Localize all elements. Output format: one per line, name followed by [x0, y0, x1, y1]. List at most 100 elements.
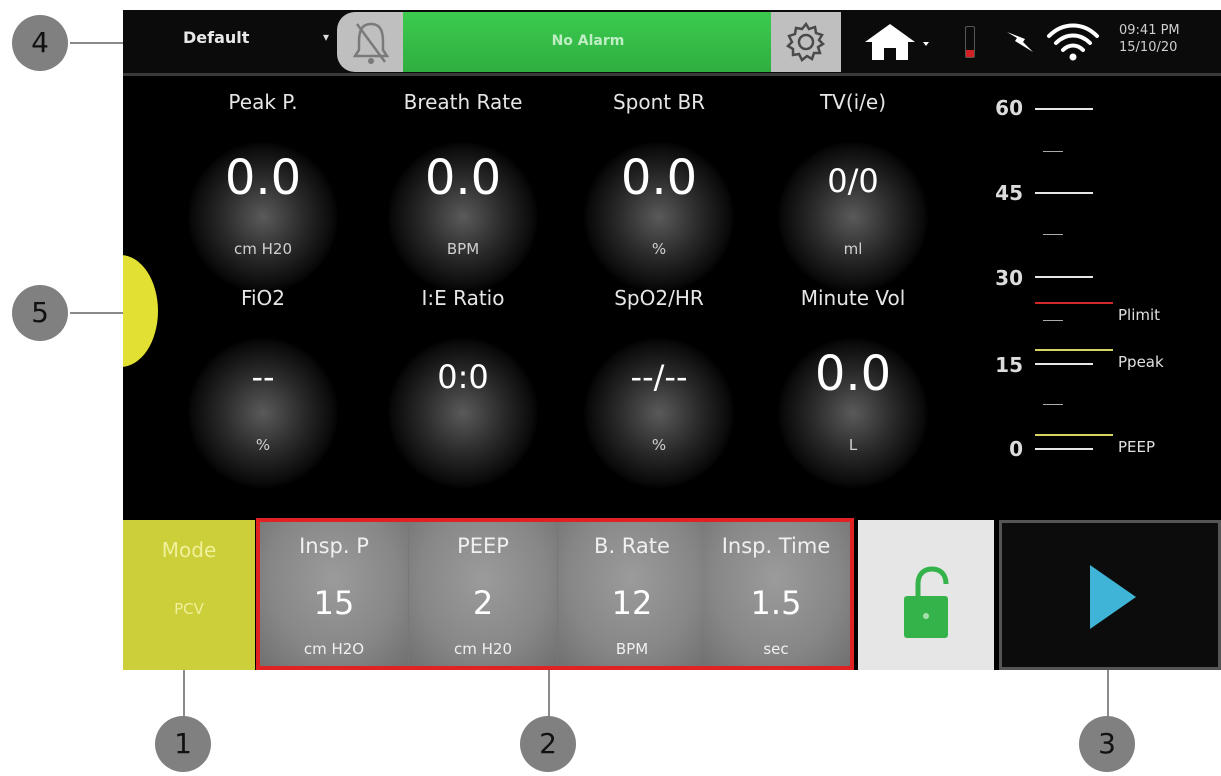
- setting-unit: cm H2O: [303, 640, 365, 658]
- setting-unit: BPM: [615, 640, 649, 658]
- scale-major-tick: [1035, 448, 1093, 450]
- tile-unit: BPM: [446, 240, 480, 258]
- start-ventilation-button[interactable]: [999, 520, 1221, 670]
- setting-label: Insp. P: [299, 534, 369, 558]
- callout-leader-1: [183, 670, 185, 718]
- scale-minor-tick: [1043, 151, 1063, 152]
- play-icon: [1090, 565, 1136, 629]
- settings-panel: Insp. P 15 cm H2O PEEP 2 cm H20 B. Rate …: [256, 518, 854, 670]
- scale-tick-label: 15: [995, 353, 1023, 377]
- callout-leader-3: [1107, 670, 1109, 718]
- setting-value: 1.5: [750, 584, 802, 622]
- scale-minor-tick: [1043, 320, 1063, 321]
- scale-tick-label: 60: [995, 96, 1023, 120]
- scale-tick-label: 30: [995, 266, 1023, 290]
- setting-insp-pressure[interactable]: Insp. P 15 cm H2O: [260, 522, 408, 666]
- tile-value: 0.0: [224, 150, 302, 206]
- callout-2: 2: [520, 716, 576, 772]
- tile-unit: ml: [843, 240, 863, 258]
- callout-1: 1: [155, 716, 211, 772]
- scale-major-tick: [1035, 108, 1093, 110]
- tile-label: FiO2: [240, 286, 286, 310]
- plimit-marker: [1035, 302, 1113, 304]
- tile-unit: %: [651, 436, 667, 454]
- tile-label: Peak P.: [228, 90, 298, 114]
- tile-label: Minute Vol: [800, 286, 906, 310]
- tile-unit: L: [848, 436, 858, 454]
- callout-3: 3: [1079, 716, 1135, 772]
- monitor-spo2-hr: SpO2/HR --/-- %: [569, 286, 749, 488]
- tile-value: --: [251, 358, 275, 396]
- setting-label: PEEP: [457, 534, 509, 558]
- callout-leader-5: [70, 312, 130, 314]
- tile-unit: %: [255, 436, 271, 454]
- setting-breath-rate[interactable]: B. Rate 12 BPM: [558, 522, 706, 666]
- callout-5: 5: [12, 285, 68, 341]
- battery-level: [966, 49, 974, 57]
- monitor-minute-volume: Minute Vol 0.0 L: [763, 286, 943, 488]
- tile-value: 0.0: [814, 346, 892, 402]
- mode-button[interactable]: Mode PCV: [123, 520, 255, 670]
- callout-leader-2: [548, 670, 550, 718]
- alarm-mute-button[interactable]: [337, 12, 405, 72]
- mode-value: PCV: [174, 600, 204, 618]
- setting-insp-time[interactable]: Insp. Time 1.5 sec: [702, 522, 850, 666]
- alarm-status-text: No Alarm: [551, 33, 625, 49]
- power-plug-icon: [1007, 32, 1033, 52]
- tile-value: --/--: [630, 358, 688, 396]
- tile-value: 0.0: [424, 150, 502, 206]
- profile-selector[interactable]: Default: [183, 28, 249, 47]
- ppeak-label: Ppeak: [1118, 353, 1164, 371]
- monitor-breath-rate: Breath Rate 0.0 BPM: [373, 90, 553, 292]
- scale-tick-label: 45: [995, 181, 1023, 205]
- scale-tick-label: 0: [1009, 437, 1023, 461]
- setting-value: 12: [611, 584, 653, 622]
- scale-minor-tick: [1043, 404, 1063, 405]
- lock-button[interactable]: [858, 520, 994, 670]
- clock-time: 09:41 PM: [1119, 23, 1180, 38]
- peep-label: PEEP: [1118, 438, 1156, 456]
- tile-label: Breath Rate: [403, 90, 523, 114]
- ventilator-screen: Default ▾ No Alarm 09:41 PM 15/10/20 Pea…: [123, 10, 1221, 670]
- gear-icon: [785, 21, 826, 62]
- tile-value: 0/0: [827, 162, 879, 200]
- plimit-label: Plimit: [1118, 306, 1161, 324]
- home-icon: [865, 24, 929, 60]
- tile-value: 0:0: [437, 358, 489, 396]
- scale-minor-tick: [1043, 234, 1063, 235]
- bell-crossed-icon: [352, 22, 390, 64]
- battery-icon: [965, 26, 975, 58]
- chevron-down-icon[interactable]: ▾: [323, 30, 329, 44]
- wifi-icon: [1047, 23, 1099, 61]
- top-bar: Default ▾ No Alarm 09:41 PM 15/10/20: [123, 10, 1221, 76]
- setting-value: 2: [472, 584, 494, 622]
- tile-label: Spont BR: [612, 90, 706, 114]
- side-panel-handle[interactable]: [123, 255, 158, 367]
- monitor-fio2: FiO2 -- %: [173, 286, 353, 488]
- monitor-spont-br: Spont BR 0.0 %: [569, 90, 749, 292]
- ppeak-marker: [1035, 349, 1113, 351]
- clock-date: 15/10/20: [1119, 40, 1178, 55]
- alarm-status-banner[interactable]: No Alarm: [403, 12, 773, 72]
- tile-label: I:E Ratio: [421, 286, 505, 310]
- tile-unit: %: [651, 240, 667, 258]
- settings-button[interactable]: [771, 12, 841, 72]
- scale-major-tick: [1035, 276, 1093, 278]
- home-button[interactable]: [855, 18, 945, 68]
- tile-label: SpO2/HR: [614, 286, 704, 310]
- monitor-ie-ratio: I:E Ratio 0:0: [373, 286, 553, 488]
- scale-major-tick: [1035, 363, 1093, 365]
- monitor-peak-pressure: Peak P. 0.0 cm H20: [173, 90, 353, 292]
- tile-value: 0.0: [620, 150, 698, 206]
- unlocked-padlock-icon: [904, 566, 949, 638]
- tile-label: TV(i/e): [819, 90, 887, 114]
- setting-peep[interactable]: PEEP 2 cm H20: [409, 522, 557, 666]
- setting-value: 15: [313, 584, 355, 622]
- clock: 09:41 PM 15/10/20: [1119, 22, 1180, 56]
- scale-major-tick: [1035, 192, 1093, 194]
- peep-marker: [1035, 434, 1113, 436]
- monitor-tidal-volume: TV(i/e) 0/0 ml: [763, 90, 943, 292]
- setting-label: Insp. Time: [721, 534, 831, 558]
- setting-label: B. Rate: [594, 534, 670, 558]
- setting-unit: sec: [763, 640, 789, 658]
